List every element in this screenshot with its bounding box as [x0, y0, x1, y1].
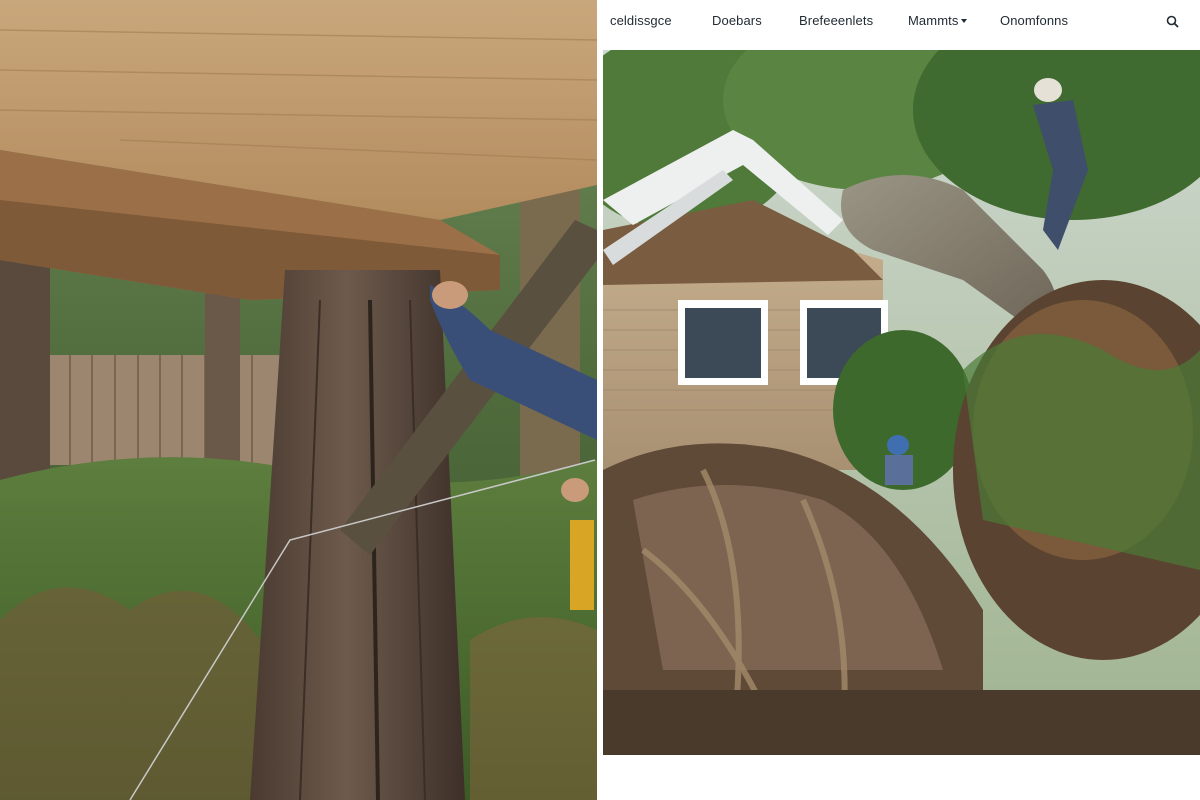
chevron-down-icon: [961, 19, 968, 23]
search-button[interactable]: [1164, 13, 1182, 31]
nav-item-1[interactable]: celdissgce: [610, 13, 672, 28]
right-panel: celdissgce Doebars Brefeeenlets Mammts O…: [603, 0, 1200, 800]
nav-item-3[interactable]: Brefeeenlets: [799, 13, 873, 28]
search-icon: [1166, 15, 1179, 28]
bottom-strip: [603, 755, 1200, 800]
nav-item-5[interactable]: Onomfonns: [1000, 13, 1068, 28]
fallen-tree-photo: [603, 50, 1200, 755]
top-nav: celdissgce Doebars Brefeeenlets Mammts O…: [603, 0, 1200, 46]
deck-tree-photo: [0, 0, 597, 800]
nav-item-4-dropdown[interactable]: Mammts: [908, 13, 968, 28]
nav-item-2[interactable]: Doebars: [712, 13, 762, 28]
nav-item-4-label: Mammts: [908, 13, 959, 28]
